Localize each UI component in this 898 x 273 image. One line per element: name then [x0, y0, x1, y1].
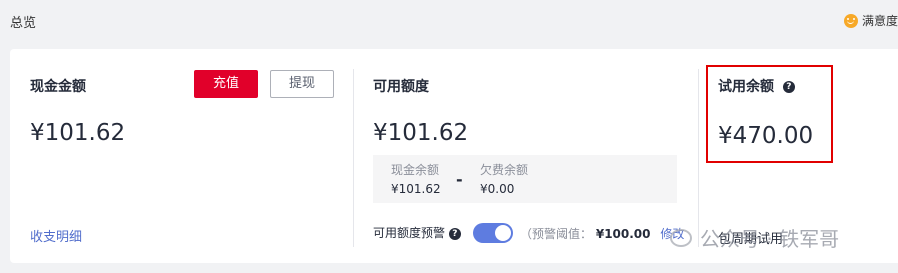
- alert-label-text: 可用额度预警: [373, 226, 446, 240]
- separator-dash: -: [456, 170, 463, 189]
- balance-breakdown: 现金余额 ¥101.62 - 欠费余额 ¥0.00: [373, 155, 677, 203]
- threshold-label: （预警阈值：: [520, 227, 593, 241]
- smile-icon: [843, 13, 858, 28]
- transaction-details-link[interactable]: 收支明细: [30, 226, 82, 245]
- arrears-value: ¥0.00: [480, 182, 515, 196]
- threshold-info: （预警阈值： ¥100.00 修改: [520, 225, 684, 242]
- watermark: 公众号 · 铁军哥: [670, 223, 839, 252]
- divider-2: [698, 69, 699, 247]
- page-title: 总览: [10, 16, 37, 31]
- satisfaction-label: 满意度: [861, 14, 898, 28]
- cash-amount: ¥101.62: [30, 120, 126, 146]
- help-icon[interactable]: ?: [448, 227, 461, 240]
- wechat-icon: [670, 228, 692, 247]
- available-title: 可用额度: [373, 79, 429, 95]
- cash-balance-label: 现金余额: [391, 163, 440, 177]
- cash-balance-value: ¥101.62: [391, 182, 441, 196]
- recharge-button[interactable]: 充值: [194, 70, 258, 98]
- threshold-value: ¥100.00: [595, 227, 651, 241]
- withdraw-button[interactable]: 提现: [270, 70, 334, 98]
- available-amount: ¥101.62: [373, 120, 469, 146]
- arrears-label: 欠费余额: [480, 163, 529, 177]
- satisfaction-survey[interactable]: 满意度: [843, 12, 898, 29]
- watermark-text: 公众号 · 铁军哥: [700, 227, 840, 251]
- alert-toggle[interactable]: [473, 223, 513, 243]
- highlight-box: [706, 65, 833, 163]
- divider-1: [353, 69, 354, 247]
- alert-label: 可用额度预警 ?: [373, 224, 461, 241]
- cash-title: 现金金额: [30, 79, 86, 95]
